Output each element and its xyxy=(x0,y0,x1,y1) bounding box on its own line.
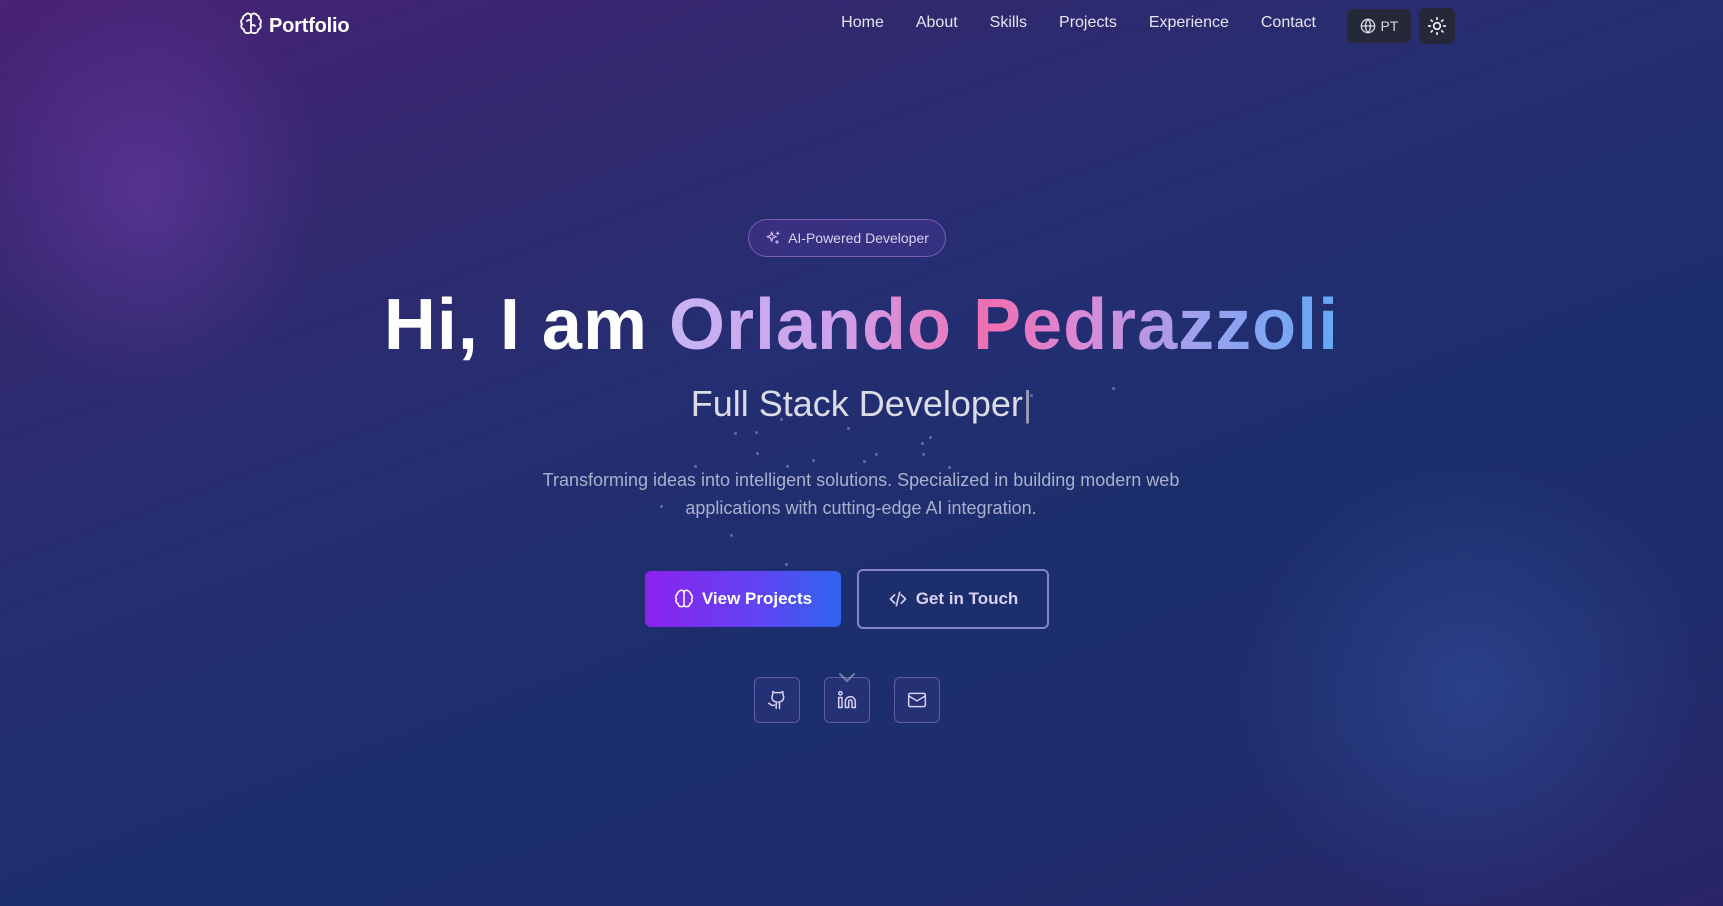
globe-icon xyxy=(1360,18,1376,34)
particle-dot xyxy=(922,453,925,456)
particle-dot xyxy=(875,453,878,456)
nav-link-home[interactable]: Home xyxy=(841,14,884,32)
nav-link-skills[interactable]: Skills xyxy=(990,14,1027,32)
particle-dot xyxy=(734,432,737,435)
typing-cursor: | xyxy=(1022,383,1033,424)
particle-dot xyxy=(785,563,788,566)
top-navbar: Portfolio Home About Skills Projects Exp… xyxy=(0,0,1723,52)
get-in-touch-button[interactable]: Get in Touch xyxy=(857,569,1049,629)
particle-dot xyxy=(660,505,663,508)
nav-links: Home About Skills Projects Experience Co… xyxy=(841,14,1316,32)
particle-dot xyxy=(929,436,932,439)
particle-dot xyxy=(1112,387,1115,390)
hero-description: Transforming ideas into intelligent solu… xyxy=(542,470,1180,518)
particle-dot xyxy=(756,452,759,455)
github-icon xyxy=(767,690,787,710)
brand-logo[interactable]: Portfolio xyxy=(239,12,350,41)
particle-dot xyxy=(694,465,697,468)
theme-toggle-button[interactable] xyxy=(1419,8,1455,44)
nav-link-about[interactable]: About xyxy=(916,14,958,32)
code-icon xyxy=(888,589,908,609)
particle-dot xyxy=(812,459,815,462)
view-projects-button[interactable]: View Projects xyxy=(645,571,841,627)
email-link[interactable] xyxy=(894,677,940,723)
particle-dot xyxy=(755,431,758,434)
greeting-text: Hi, I am xyxy=(383,285,648,365)
nav-link-projects[interactable]: Projects xyxy=(1059,14,1117,32)
particle-dot xyxy=(1030,394,1033,397)
particle-dot xyxy=(847,427,850,430)
mail-icon xyxy=(907,690,927,710)
particle-dot xyxy=(780,418,783,421)
particle-dot xyxy=(786,465,789,468)
particle-dot xyxy=(730,534,733,537)
chevron-down-icon[interactable] xyxy=(837,671,857,683)
sun-icon xyxy=(1427,16,1447,36)
brand-name: Portfolio xyxy=(269,14,350,37)
particle-dot xyxy=(948,466,951,469)
particle-dot xyxy=(863,460,866,463)
linkedin-icon xyxy=(837,690,857,710)
hero-name: Orlando Pedrazzoli xyxy=(668,285,1340,365)
brain-icon xyxy=(239,12,263,41)
nav-link-experience[interactable]: Experience xyxy=(1149,14,1229,32)
role-text: Full Stack Developer xyxy=(690,383,1023,424)
particle-dot xyxy=(921,442,924,445)
view-projects-label: View Projects xyxy=(701,589,813,608)
brain-icon xyxy=(674,589,694,609)
get-in-touch-label: Get in Touch xyxy=(915,589,1019,608)
badge-label: AI-Powered Developer xyxy=(788,230,929,246)
hero-badge: AI-Powered Developer xyxy=(748,219,946,257)
github-link[interactable] xyxy=(754,677,800,723)
nav-link-contact[interactable]: Contact xyxy=(1261,14,1316,32)
language-toggle-button[interactable]: PT xyxy=(1347,9,1411,43)
language-label: PT xyxy=(1380,18,1399,34)
hero-role: Full Stack Developer| xyxy=(0,383,1723,425)
sparkles-icon xyxy=(765,230,781,246)
hero-headline: Hi, I am Orlando Pedrazzoli xyxy=(0,284,1723,366)
